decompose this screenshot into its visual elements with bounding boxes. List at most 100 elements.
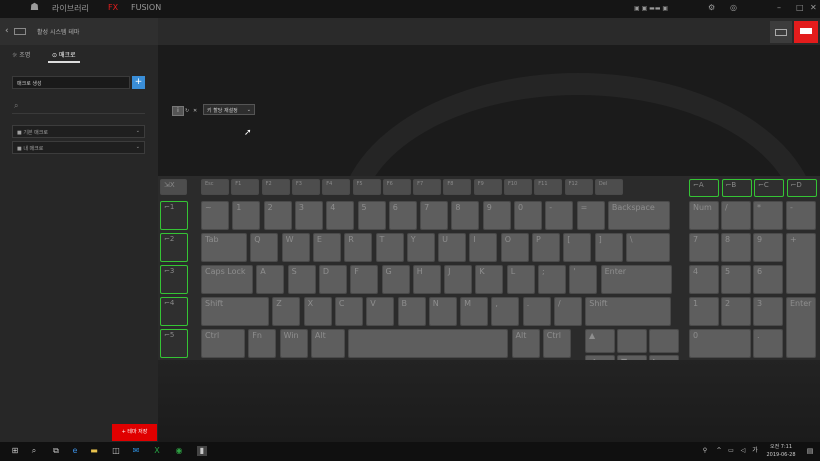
key-row1-13[interactable]: Backspace	[607, 201, 670, 230]
numpad-key-2[interactable]: *	[753, 201, 783, 230]
key-blank-2[interactable]	[649, 329, 679, 353]
macro-key-m4[interactable]: ⌐4	[160, 297, 188, 326]
numpad-macro-key-b[interactable]: ⌐B	[721, 179, 752, 197]
key-f11[interactable]: F11	[534, 179, 563, 195]
arrow-up-key[interactable]: ▲	[585, 329, 615, 353]
key-f6[interactable]: F6	[382, 179, 411, 195]
spacebar-key[interactable]	[348, 329, 509, 358]
numpad-key-7[interactable]: +	[786, 233, 816, 294]
search-icon[interactable]: ⌕	[29, 446, 39, 456]
key-row5-6[interactable]: Ctrl	[542, 329, 571, 358]
volume-icon[interactable]: ◁	[738, 446, 748, 456]
key-row4-11[interactable]: Shift	[585, 297, 672, 326]
numpad-key-12[interactable]: 2	[721, 297, 751, 326]
windows-start-icon[interactable]: ⊞	[10, 446, 20, 456]
macro-key-m3[interactable]: ⌐3	[160, 265, 188, 294]
key-row5-3[interactable]: Alt	[310, 329, 345, 358]
key-row2-6[interactable]: Y	[406, 233, 435, 262]
key-f9[interactable]: F9	[473, 179, 502, 195]
numpad-key-0[interactable]: Num	[689, 201, 719, 230]
key-f3[interactable]: F3	[291, 179, 320, 195]
people-icon[interactable]: ⚲	[700, 446, 710, 456]
key-row1-3[interactable]: 3	[294, 201, 323, 230]
key-row5-5[interactable]: Alt	[511, 329, 540, 358]
key-f4[interactable]: F4	[322, 179, 351, 195]
task-view-icon[interactable]: ⧉	[51, 446, 61, 456]
store-icon[interactable]: ◫	[111, 446, 121, 456]
alienware-app-icon[interactable]: ▮	[197, 446, 207, 456]
key-row3-8[interactable]: K	[475, 265, 504, 294]
key-row4-5[interactable]: B	[397, 297, 426, 326]
key-row2-0[interactable]: Tab	[201, 233, 247, 262]
notifications-icon[interactable]: ▤	[805, 446, 815, 456]
key-row1-7[interactable]: 7	[420, 201, 449, 230]
key-row1-12[interactable]: =	[576, 201, 605, 230]
edge-icon[interactable]: e	[70, 446, 80, 456]
key-f10[interactable]: F10	[504, 179, 532, 195]
numpad-key-8[interactable]: 4	[689, 265, 719, 294]
key-row2-10[interactable]: P	[532, 233, 560, 262]
key-row3-4[interactable]: F	[350, 265, 379, 294]
key-row2-8[interactable]: I	[469, 233, 498, 262]
key-row2-5[interactable]: T	[375, 233, 404, 262]
key-row4-9[interactable]: .	[522, 297, 551, 326]
key-row3-7[interactable]: J	[444, 265, 473, 294]
key-row1-8[interactable]: 8	[451, 201, 480, 230]
mail-icon[interactable]: ✉	[131, 446, 141, 456]
key-row4-7[interactable]: M	[460, 297, 489, 326]
clock[interactable]: 오전 7:11 2019-06-28	[763, 443, 799, 459]
key-row3-2[interactable]: S	[287, 265, 316, 294]
key-row2-3[interactable]: E	[312, 233, 341, 262]
key-row1-9[interactable]: 9	[482, 201, 511, 230]
key-row5-0[interactable]: Ctrl	[201, 329, 245, 358]
key-f12[interactable]: F12	[564, 179, 593, 195]
key-f1[interactable]: F1	[231, 179, 260, 195]
fn-lock-key[interactable]: ⇲X	[160, 179, 187, 195]
key-row4-1[interactable]: Z	[272, 297, 301, 326]
key-row3-9[interactable]: L	[506, 265, 535, 294]
key-f5[interactable]: F5	[352, 179, 381, 195]
numpad-key-15[interactable]: 0	[689, 329, 751, 358]
numpad-key-1[interactable]: /	[721, 201, 751, 230]
numpad-key-11[interactable]: 1	[689, 297, 719, 326]
key-row2-9[interactable]: O	[500, 233, 529, 262]
key-row4-10[interactable]: /	[554, 297, 582, 326]
key-row3-6[interactable]: H	[412, 265, 441, 294]
macro-key-m5[interactable]: ⌐5	[160, 329, 188, 358]
key-row2-1[interactable]: Q	[250, 233, 279, 262]
macro-key-m2[interactable]: ⌐2	[160, 233, 188, 262]
key-row3-12[interactable]: Enter	[600, 265, 672, 294]
key-row3-3[interactable]: D	[318, 265, 347, 294]
key-esc[interactable]: Esc	[201, 179, 229, 195]
numpad-key-3[interactable]: -	[786, 201, 816, 230]
key-del[interactable]: Del	[594, 179, 623, 195]
key-row2-11[interactable]: [	[563, 233, 592, 262]
numpad-macro-key-c[interactable]: ⌐C	[754, 179, 784, 197]
key-f8[interactable]: F8	[443, 179, 472, 195]
excel-icon[interactable]: X	[152, 446, 162, 456]
numpad-key-10[interactable]: 6	[753, 265, 783, 294]
numpad-key-4[interactable]: 7	[689, 233, 719, 262]
key-row1-4[interactable]: 4	[326, 201, 355, 230]
key-row1-0[interactable]: ~	[201, 201, 229, 230]
key-row3-0[interactable]: Caps Lock	[201, 265, 253, 294]
numpad-macro-key-a[interactable]: ⌐A	[689, 179, 719, 197]
key-row1-2[interactable]: 2	[263, 201, 292, 230]
key-row5-2[interactable]: Win	[279, 329, 308, 358]
numpad-key-6[interactable]: 9	[753, 233, 783, 262]
key-row4-3[interactable]: C	[334, 297, 363, 326]
file-explorer-icon[interactable]: ▬	[89, 446, 99, 456]
key-row2-12[interactable]: ]	[594, 233, 623, 262]
numpad-macro-key-d[interactable]: ⌐D	[786, 179, 817, 197]
key-f2[interactable]: F2	[261, 179, 290, 195]
key-row1-6[interactable]: 6	[388, 201, 417, 230]
xbox-icon[interactable]: ◉	[174, 446, 184, 456]
key-row1-1[interactable]: 1	[232, 201, 261, 230]
key-row2-13[interactable]: \	[625, 233, 670, 262]
key-row2-7[interactable]: U	[438, 233, 467, 262]
macro-key-m1[interactable]: ⌐1	[160, 201, 188, 230]
save-theme-button[interactable]: + 테마 저장	[112, 424, 157, 441]
key-row4-8[interactable]: ,	[491, 297, 520, 326]
key-row4-2[interactable]: X	[303, 297, 332, 326]
key-row1-5[interactable]: 5	[357, 201, 386, 230]
